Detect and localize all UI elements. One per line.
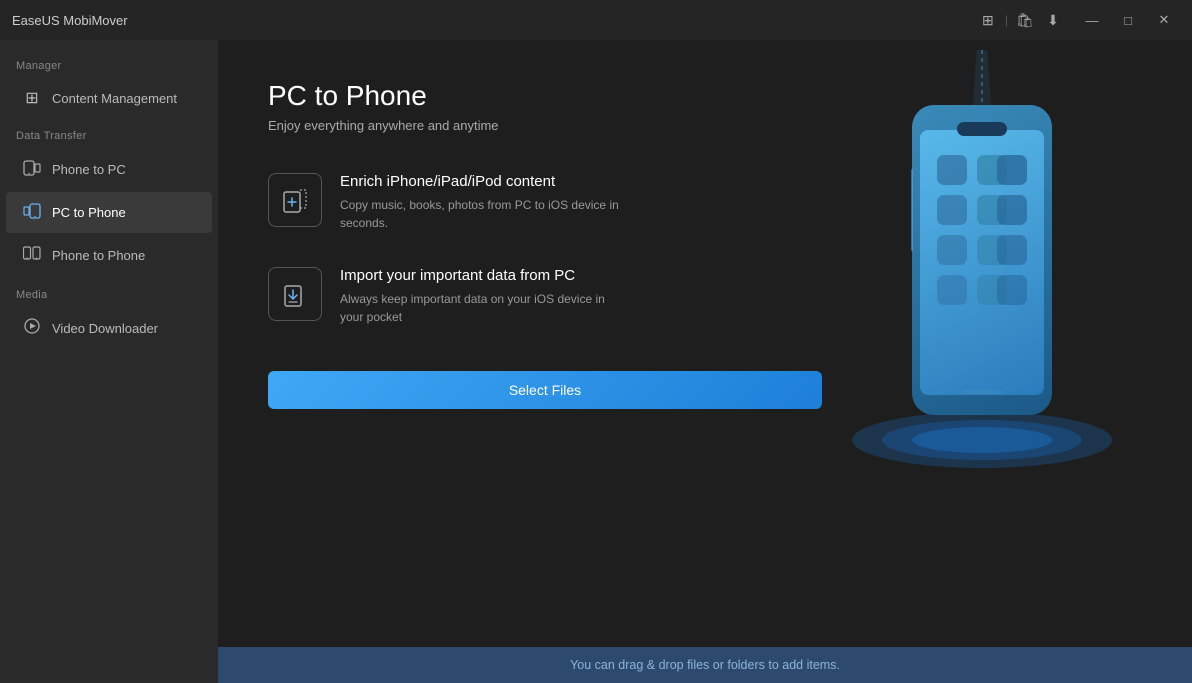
content-left: PC to Phone Enjoy everything anywhere an… xyxy=(268,80,822,409)
sidebar-item-label: PC to Phone xyxy=(52,205,126,220)
sidebar-item-video-downloader[interactable]: Video Downloader xyxy=(6,308,212,349)
feature-card-enrich: Enrich iPhone/iPad/iPod content Copy mus… xyxy=(268,173,822,232)
page-title: PC to Phone xyxy=(268,80,822,112)
sidebar-item-phone-to-pc[interactable]: Phone to PC xyxy=(6,149,212,190)
content-area: PC to Phone Enjoy everything anywhere an… xyxy=(218,40,1192,683)
sidebar-item-label: Phone to PC xyxy=(52,162,126,177)
close-button[interactable]: ✕ xyxy=(1148,6,1180,34)
sidebar-item-label: Video Downloader xyxy=(52,321,158,336)
feature-card-import: Import your important data from PC Alway… xyxy=(268,267,822,326)
phone-to-phone-icon xyxy=(22,244,42,267)
feature-text-enrich: Enrich iPhone/iPad/iPod content Copy mus… xyxy=(340,173,630,232)
separator: | xyxy=(1005,13,1008,27)
phone-to-pc-icon xyxy=(22,158,42,181)
enrich-icon-box xyxy=(268,173,322,227)
feature-desc-enrich: Copy music, books, photos from PC to iOS… xyxy=(340,196,630,232)
feature-text-import: Import your important data from PC Alway… xyxy=(340,267,630,326)
main-layout: Manager ⊞ Content Management Data Transf… xyxy=(0,40,1192,683)
minimize-button[interactable]: — xyxy=(1076,6,1108,34)
feature-title-enrich: Enrich iPhone/iPad/iPod content xyxy=(340,173,630,190)
select-files-button[interactable]: Select Files xyxy=(268,371,822,409)
pc-to-phone-icon xyxy=(22,201,42,224)
title-bar-right: ⊞ | 🛍 ⬇ — □ ✕ xyxy=(977,6,1180,34)
title-bar-extra-icons: ⊞ | 🛍 ⬇ xyxy=(977,9,1064,31)
import-icon-box xyxy=(268,267,322,321)
content-management-icon: ⊞ xyxy=(22,88,42,108)
feature-title-import: Import your important data from PC xyxy=(340,267,630,284)
app-title: EaseUS MobiMover xyxy=(12,13,128,28)
sidebar-item-label: Content Management xyxy=(52,91,177,106)
store-icon[interactable]: 🛍 xyxy=(1014,9,1036,31)
sidebar-item-pc-to-phone[interactable]: PC to Phone xyxy=(6,192,212,233)
maximize-button[interactable]: □ xyxy=(1112,6,1144,34)
feature-desc-import: Always keep important data on your iOS d… xyxy=(340,290,630,326)
sidebar-item-label: Phone to Phone xyxy=(52,248,145,263)
drag-drop-hint: You can drag & drop files or folders to … xyxy=(570,658,840,672)
sidebar-section-data-transfer: Data Transfer xyxy=(0,118,218,148)
sidebar-item-phone-to-phone[interactable]: Phone to Phone xyxy=(6,235,212,276)
phone-illustration xyxy=(832,50,1132,490)
download-icon[interactable]: ⬇ xyxy=(1042,9,1064,31)
page-subtitle: Enjoy everything anywhere and anytime xyxy=(268,118,822,133)
content-inner: PC to Phone Enjoy everything anywhere an… xyxy=(218,40,1192,647)
sidebar-section-media: Media xyxy=(0,277,218,307)
device-icon[interactable]: ⊞ xyxy=(977,9,999,31)
title-bar-left: EaseUS MobiMover xyxy=(12,13,128,28)
drag-drop-bar: You can drag & drop files or folders to … xyxy=(218,647,1192,683)
content-right xyxy=(822,50,1142,490)
sidebar: Manager ⊞ Content Management Data Transf… xyxy=(0,40,218,683)
sidebar-section-manager: Manager xyxy=(0,48,218,78)
sidebar-item-content-management[interactable]: ⊞ Content Management xyxy=(6,79,212,117)
video-downloader-icon xyxy=(22,317,42,340)
title-bar: EaseUS MobiMover ⊞ | 🛍 ⬇ — □ ✕ xyxy=(0,0,1192,40)
